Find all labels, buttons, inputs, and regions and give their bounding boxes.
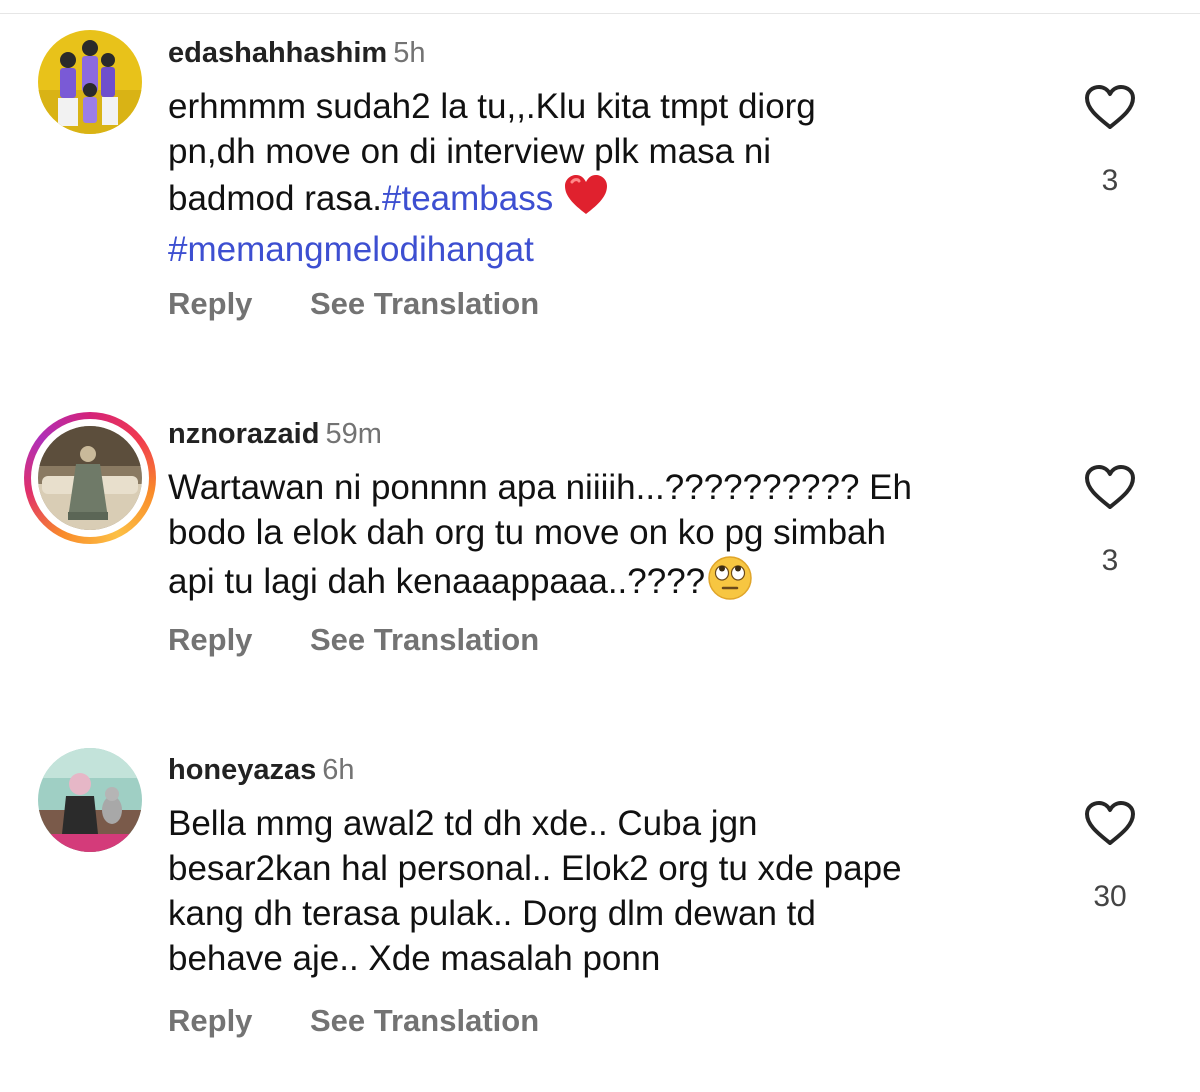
comment-text-line: besar2kan hal personal.. Elok2 org tu xd… [168, 849, 902, 888]
like-count: 3 [1101, 164, 1119, 197]
comment-text-line: api tu lagi dah kenaaappaaa..???? [168, 562, 706, 601]
comment-text-line: kang dh terasa pulak.. Dorg dlm dewan td [168, 894, 816, 933]
hashtag-link[interactable]: #teambass [382, 179, 553, 218]
comment-text-line: Wartawan ni ponnnn apa niiiih...????????… [168, 468, 912, 507]
comment-username[interactable]: honeyazas [168, 754, 316, 786]
heart-outline-icon[interactable] [1084, 800, 1136, 846]
comment-timestamp: 6h [322, 754, 355, 786]
comment-text: erhmmm sudah2 la tu,,.Klu kita tmpt dior… [168, 84, 1048, 272]
comment-username[interactable]: nznorazaid [168, 418, 319, 450]
red-heart-emoji [563, 174, 609, 227]
comment-timestamp: 59m [325, 418, 382, 450]
heart-outline-icon[interactable] [1084, 464, 1136, 510]
comment-text-line: Bella mmg awal2 td dh xde.. Cuba jgn [168, 804, 758, 843]
comment-text-line: bodo la elok dah org tu move on ko pg si… [168, 513, 886, 552]
like-count: 30 [1093, 880, 1127, 913]
avatar[interactable] [24, 412, 156, 544]
comment-text-line: behave aje.. Xde masalah ponn [168, 939, 661, 978]
top-divider [0, 0, 1200, 14]
like-count: 3 [1101, 544, 1119, 577]
heart-outline-icon[interactable] [1084, 84, 1136, 130]
see-translation-button[interactable]: See Translation [310, 286, 539, 322]
see-translation-button[interactable]: See Translation [310, 622, 539, 658]
comment-timestamp: 5h [393, 37, 426, 69]
comment-text-line: badmod rasa. [168, 179, 383, 218]
reply-button[interactable]: Reply [168, 1003, 310, 1039]
hashtag-link[interactable]: #memangmelodihangat [168, 227, 1048, 272]
see-translation-button[interactable]: See Translation [310, 1003, 539, 1039]
avatar[interactable] [38, 30, 142, 134]
comment-text-line: pn,dh move on di interview plk masa ni [168, 132, 772, 171]
rolling-eyes-emoji [707, 555, 753, 612]
avatar[interactable] [38, 748, 142, 852]
comment-text: Bella mmg awal2 td dh xde.. Cuba jgn bes… [168, 801, 1048, 981]
comment-text-line: erhmmm sudah2 la tu,,.Klu kita tmpt dior… [168, 87, 816, 126]
reply-button[interactable]: Reply [168, 286, 310, 322]
comment-username[interactable]: edashahhashim [168, 37, 387, 69]
comment-text: Wartawan ni ponnnn apa niiiih...????????… [168, 465, 1048, 612]
reply-button[interactable]: Reply [168, 622, 310, 658]
